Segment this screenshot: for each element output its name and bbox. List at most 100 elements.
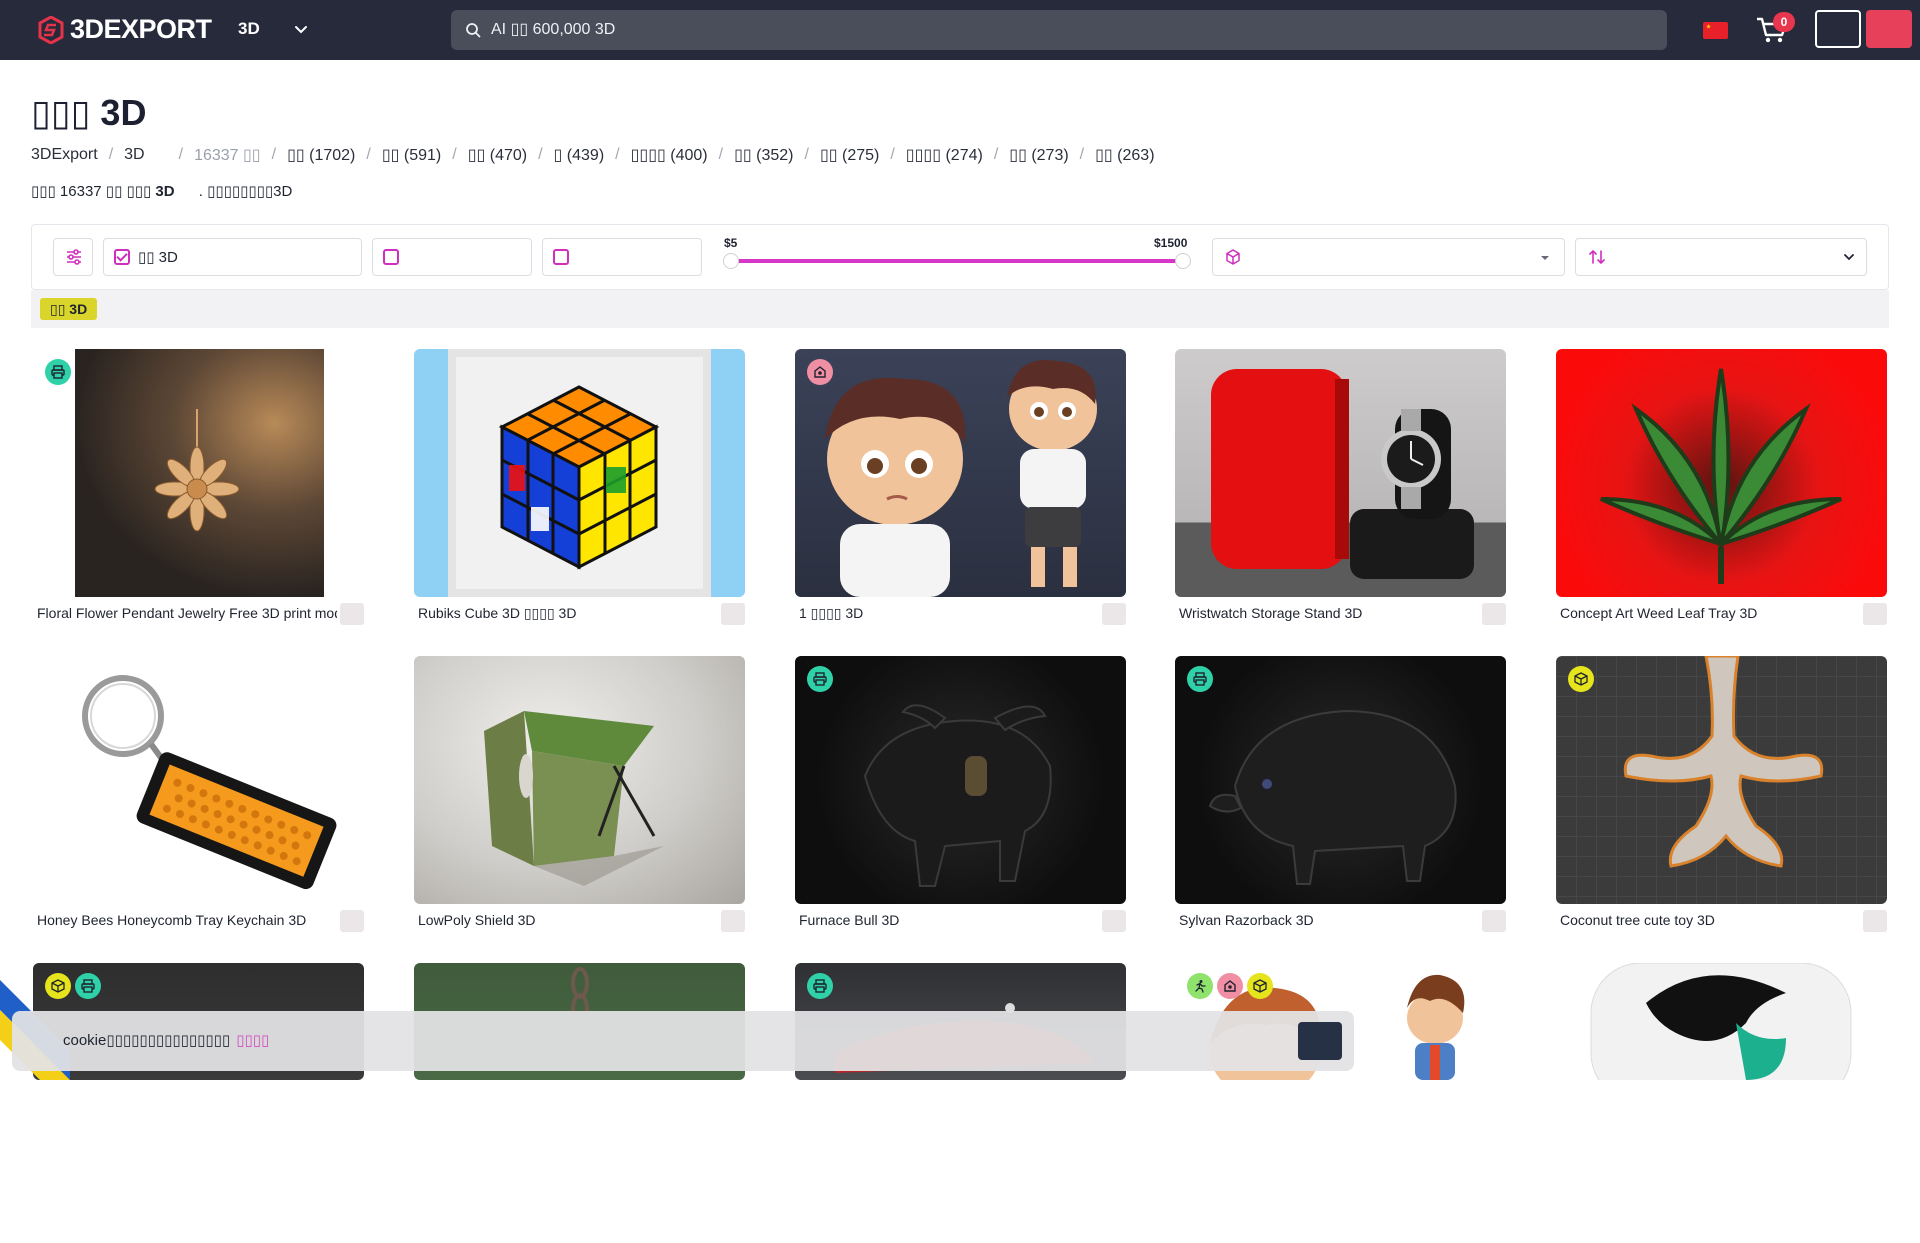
coconut-tree-toy-image (1623, 656, 1824, 868)
active-filter-chip[interactable]: ▯▯ 3D (40, 298, 98, 320)
product-thumbnail[interactable] (1175, 349, 1506, 597)
price-slider-min-handle[interactable] (723, 253, 739, 269)
product-title[interactable]: Concept Art Weed Leaf Tray 3D (1560, 605, 1860, 621)
cookie-banner: cookie▯▯▯▯▯▯▯▯▯▯▯▯▯▯▯ ▯▯▯▯ (12, 1011, 1354, 1071)
price-slider-track[interactable] (731, 259, 1183, 263)
favorite-button[interactable] (340, 910, 364, 932)
print-3d-label: ▯▯ 3D (138, 249, 178, 266)
login-button[interactable] (1815, 10, 1861, 48)
product-card[interactable]: 1 ▯▯▯▯ 3D (795, 349, 1126, 629)
print-3d-checkbox[interactable]: ▯▯ 3D (103, 238, 362, 276)
category-select[interactable]: 3D (238, 19, 260, 39)
tag-link[interactable]: ▯▯ (263) (1095, 145, 1154, 165)
chevron-down-icon[interactable] (292, 20, 310, 38)
product-title[interactable]: Coconut tree cute toy 3D (1560, 912, 1860, 928)
summary-suffix: . ▯▯▯▯▯▯▯▯3D (198, 183, 293, 200)
product-card[interactable]: Rubiks Cube 3D ▯▯▯▯ 3D (414, 349, 745, 629)
tag-link[interactable]: ▯▯ (352) (734, 145, 793, 165)
print-badge-icon (75, 973, 101, 999)
filter-checkbox-3[interactable] (542, 238, 702, 276)
tag-link[interactable]: ▯▯ (470) (468, 145, 527, 165)
breadcrumb-count: 16337 ▯▯ (194, 147, 261, 164)
breadcrumb-section[interactable]: 3D (124, 146, 144, 164)
breadcrumb-home[interactable]: 3DExport (31, 146, 98, 164)
product-card[interactable]: Wristwatch Storage Stand 3D (1175, 349, 1506, 629)
product-card[interactable] (1175, 963, 1506, 1243)
favorite-button[interactable] (721, 603, 745, 625)
cookie-policy-link[interactable]: ▯▯▯▯ (236, 1032, 269, 1049)
breadcrumb-separator: / (108, 146, 114, 163)
product-title[interactable]: Sylvan Razorback 3D (1179, 912, 1479, 928)
product-card[interactable]: Coconut tree cute toy 3D (1556, 656, 1887, 936)
search-bar[interactable] (451, 10, 1667, 50)
breadcrumb-separator: / (890, 146, 895, 163)
product-card[interactable] (33, 963, 364, 1243)
checkbox-checked-icon (114, 249, 130, 265)
tag-link[interactable]: ▯▯ (591) (382, 145, 441, 165)
site-logo[interactable]: 3DEXPORT (38, 14, 212, 45)
product-card[interactable]: Sylvan Razorback 3D (1175, 656, 1506, 936)
print-badge-icon (45, 359, 71, 385)
product-thumbnail[interactable] (1175, 656, 1506, 904)
product-thumbnail[interactable] (414, 656, 745, 904)
product-thumbnail[interactable] (795, 656, 1126, 904)
summary-bold: 3D (155, 183, 175, 200)
filter-checkbox-2[interactable] (372, 238, 532, 276)
favorite-button[interactable] (1102, 603, 1126, 625)
price-slider-max-handle[interactable] (1175, 253, 1191, 269)
tag-link[interactable]: ▯▯▯▯ (274) (906, 145, 983, 165)
sort-dropdown[interactable] (1575, 238, 1867, 276)
favorite-button[interactable] (721, 910, 745, 932)
cookie-accept-button[interactable] (1298, 1022, 1342, 1060)
cookie-text: cookie▯▯▯▯▯▯▯▯▯▯▯▯▯▯▯ ▯▯▯▯ (63, 1031, 269, 1049)
filter-settings-button[interactable] (53, 238, 93, 276)
product-title[interactable]: Honey Bees Honeycomb Tray Keychain 3D (37, 912, 337, 928)
product-card[interactable] (1556, 963, 1887, 1243)
favorite-button[interactable] (1482, 603, 1506, 625)
product-thumbnail[interactable] (1556, 656, 1887, 904)
sort-icon (1589, 250, 1605, 264)
furnace-bull-image (863, 704, 1052, 887)
product-title[interactable]: 1 ▯▯▯▯ 3D (799, 605, 1099, 622)
rigged-badge-icon (807, 359, 833, 385)
sliders-icon (67, 249, 81, 265)
product-thumbnail[interactable] (33, 656, 364, 904)
product-card[interactable]: Floral Flower Pendant Jewelry Free 3D pr… (33, 349, 364, 629)
product-title[interactable]: Furnace Bull 3D (799, 912, 1099, 928)
product-title[interactable]: Rubiks Cube 3D ▯▯▯▯ 3D (418, 605, 718, 622)
product-title[interactable]: LowPoly Shield 3D (418, 912, 718, 928)
breadcrumb-separator: / (178, 146, 184, 163)
favorite-button[interactable] (1482, 910, 1506, 932)
product-thumbnail[interactable] (1556, 963, 1887, 1080)
product-title[interactable]: Floral Flower Pendant Jewelry Free 3D pr… (37, 605, 337, 621)
favorite-button[interactable] (340, 603, 364, 625)
product-card[interactable]: LowPoly Shield 3D (414, 656, 745, 936)
favorite-button[interactable] (1863, 910, 1887, 932)
product-card[interactable] (795, 963, 1126, 1243)
summary-prefix: ▯▯▯ 16337 ▯▯ ▯▯▯ (31, 183, 152, 200)
product-card[interactable]: Concept Art Weed Leaf Tray 3D (1556, 349, 1887, 629)
breadcrumb-separator: / (993, 146, 999, 163)
tag-link[interactable]: ▯▯ (1702) (287, 145, 355, 165)
tag-link[interactable]: ▯ (439) (554, 145, 605, 165)
format-dropdown[interactable] (1212, 238, 1565, 276)
product-thumbnail[interactable] (1556, 349, 1887, 597)
results-summary: ▯▯▯ 16337 ▯▯ ▯▯▯ 3D . ▯▯▯▯▯▯▯▯3D (31, 182, 292, 200)
product-title[interactable]: Wristwatch Storage Stand 3D (1179, 605, 1479, 621)
signup-button[interactable] (1866, 10, 1912, 48)
favorite-button[interactable] (1863, 603, 1887, 625)
language-flag-icon[interactable] (1703, 22, 1728, 39)
product-thumbnail[interactable] (414, 349, 745, 597)
tag-link[interactable]: ▯▯ (275) (820, 145, 879, 165)
search-input[interactable] (491, 21, 1641, 39)
product-thumbnail[interactable] (795, 349, 1126, 597)
product-card[interactable]: Honey Bees Honeycomb Tray Keychain 3D (33, 656, 364, 936)
checkbox-empty-icon (553, 249, 569, 265)
tag-link[interactable]: ▯▯▯▯ (400) (631, 145, 708, 165)
product-thumbnail[interactable] (33, 349, 364, 597)
tag-link[interactable]: ▯▯ (273) (1009, 145, 1068, 165)
product-card[interactable]: Furnace Bull 3D (795, 656, 1126, 936)
lowpoly-shield-image (484, 711, 664, 886)
favorite-button[interactable] (1102, 910, 1126, 932)
product-card[interactable] (414, 963, 745, 1243)
